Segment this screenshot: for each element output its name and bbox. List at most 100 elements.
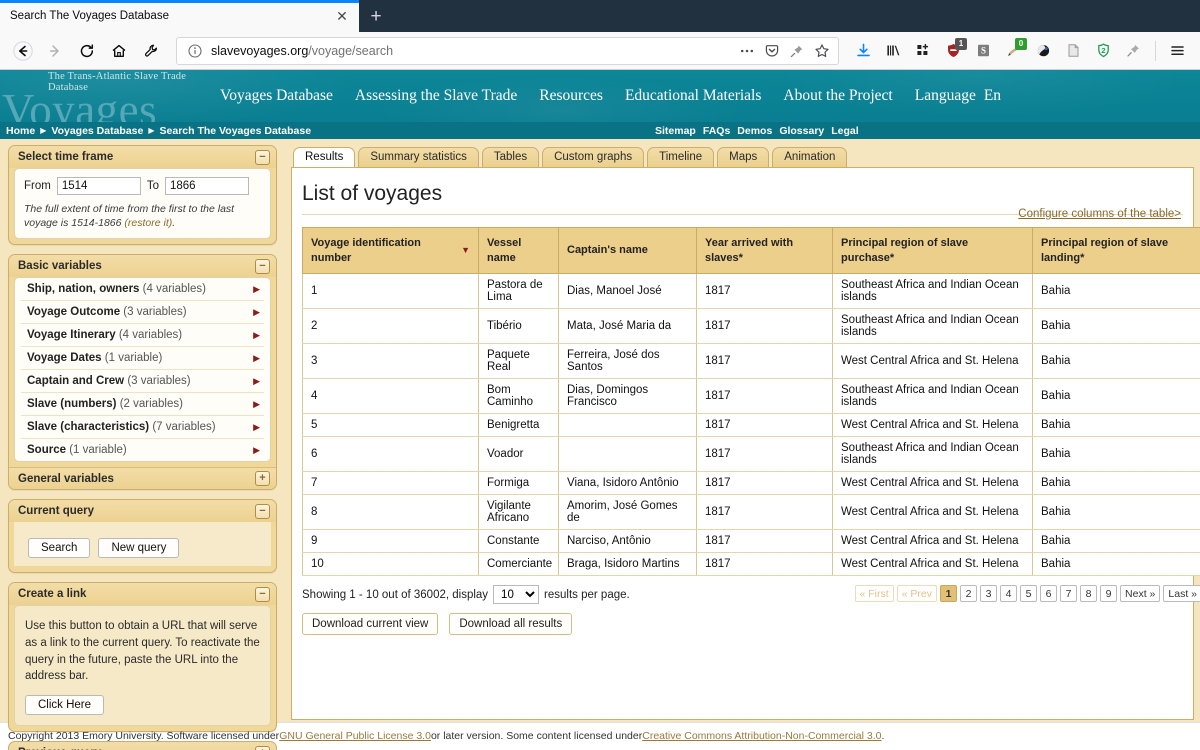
- ublock-shield-icon[interactable]: 1: [939, 36, 968, 66]
- expand-icon[interactable]: +: [255, 745, 270, 750]
- subnav-demos[interactable]: Demos: [737, 125, 772, 137]
- panel-header-create-a-link[interactable]: Create a link −: [9, 583, 276, 606]
- configure-columns-link[interactable]: Configure columns of the table>: [1018, 208, 1181, 220]
- panel-header-previous-query[interactable]: Previous query +: [9, 742, 276, 750]
- language-selector[interactable]: Language En: [915, 87, 1001, 105]
- star-icon[interactable]: [813, 42, 831, 60]
- table-row[interactable]: 10 Comerciante Braga, Isidoro Martins 18…: [302, 552, 1200, 576]
- pagination-page-5[interactable]: 5: [1020, 585, 1038, 602]
- panel-header-general-variables[interactable]: General variables +: [9, 467, 276, 490]
- subnav-legal[interactable]: Legal: [831, 125, 858, 137]
- pagination-prev[interactable]: « Prev: [896, 585, 938, 602]
- table-row[interactable]: 4 Bom Caminho Dias, Domingos Francisco 1…: [302, 378, 1200, 414]
- tab-timeline[interactable]: Timeline: [647, 147, 715, 167]
- noscript-icon[interactable]: 0: [999, 36, 1028, 66]
- tab-summary-statistics[interactable]: Summary statistics: [358, 147, 479, 167]
- download-all-results-button[interactable]: Download all results: [449, 613, 573, 635]
- https-everywhere-icon[interactable]: 2: [1089, 36, 1118, 66]
- pin-icon[interactable]: [788, 42, 806, 60]
- pagination-page-2[interactable]: 2: [960, 585, 978, 602]
- pocket-icon[interactable]: [763, 42, 781, 60]
- nav-voyages-database[interactable]: Voyages Database: [220, 87, 333, 105]
- hamburger-menu-icon[interactable]: [1163, 36, 1192, 66]
- gnu-license-link[interactable]: GNU General Public License 3.0: [279, 730, 431, 742]
- subnav-sitemap[interactable]: Sitemap: [655, 125, 696, 137]
- breadcrumb-voyages-database[interactable]: Voyages Database: [51, 125, 143, 137]
- pin-tool-icon[interactable]: [1119, 36, 1148, 66]
- year-from-input[interactable]: [56, 177, 141, 195]
- tab-maps[interactable]: Maps: [717, 147, 770, 167]
- pagination-last[interactable]: Last »: [1163, 585, 1200, 602]
- language-label[interactable]: Language: [915, 87, 976, 105]
- column-header-captains-name[interactable]: Captain's name: [558, 227, 697, 274]
- table-row[interactable]: 7 Formiga Viana, Isidoro Antônio 1817 We…: [302, 471, 1200, 495]
- tab-results[interactable]: Results: [293, 147, 356, 168]
- forward-arrow-icon[interactable]: [40, 36, 70, 66]
- variable-group-slave-characteristics[interactable]: Slave (characteristics) (7 variables) ▶: [21, 416, 264, 440]
- results-per-page-select[interactable]: 10: [493, 585, 540, 604]
- subnav-glossary[interactable]: Glossary: [779, 125, 824, 137]
- tab-custom-graphs[interactable]: Custom graphs: [542, 147, 645, 167]
- pagination-page-1[interactable]: 1: [940, 585, 958, 602]
- expand-icon[interactable]: +: [255, 471, 270, 487]
- pagination-page-7[interactable]: 7: [1060, 585, 1078, 602]
- variable-group-voyage-itinerary[interactable]: Voyage Itinerary (4 variables) ▶: [21, 324, 264, 348]
- pagination-page-8[interactable]: 8: [1080, 585, 1098, 602]
- panel-header-current-query[interactable]: Current query −: [9, 500, 276, 523]
- year-to-input[interactable]: [165, 177, 249, 195]
- library-icon[interactable]: [879, 36, 908, 66]
- table-row[interactable]: 8 Vigilante Africano Amorim, José Gomes …: [302, 494, 1200, 530]
- table-row[interactable]: 6 Voador 1817 Southeast Africa and India…: [302, 436, 1200, 472]
- subnav-faqs[interactable]: FAQs: [703, 125, 730, 137]
- new-query-button[interactable]: New query: [98, 538, 180, 559]
- variable-group-voyage-outcome[interactable]: Voyage Outcome (3 variables) ▶: [21, 301, 264, 325]
- browser-tab[interactable]: Search The Voyages Database ✕: [0, 0, 359, 32]
- collapse-icon[interactable]: −: [255, 149, 270, 165]
- creative-commons-link[interactable]: Creative Commons Attribution-Non-Commerc…: [642, 730, 881, 742]
- downloads-icon[interactable]: [849, 36, 878, 66]
- column-header-region-purchase[interactable]: Principal region of slave purchase*: [832, 227, 1033, 274]
- table-row[interactable]: 5 Benigretta 1817 West Central Africa an…: [302, 413, 1200, 437]
- pagination-next[interactable]: Next »: [1120, 585, 1161, 602]
- back-arrow-icon[interactable]: [8, 36, 38, 66]
- variable-group-voyage-dates[interactable]: Voyage Dates (1 variable) ▶: [21, 347, 264, 371]
- privacy-badger-icon[interactable]: [1029, 36, 1058, 66]
- variable-group-captain-and-crew[interactable]: Captain and Crew (3 variables) ▶: [21, 370, 264, 394]
- reload-icon[interactable]: [72, 36, 102, 66]
- close-icon[interactable]: ✕: [333, 7, 351, 25]
- pagination-first[interactable]: « First: [854, 585, 894, 602]
- download-current-view-button[interactable]: Download current view: [302, 613, 439, 635]
- url-bar[interactable]: slavevoyages.org/voyage/search: [176, 36, 839, 65]
- page-icon[interactable]: [1059, 36, 1088, 66]
- collapse-icon[interactable]: −: [255, 258, 270, 274]
- panel-header-select-time-frame[interactable]: Select time frame −: [9, 146, 276, 168]
- plus-icon[interactable]: +: [359, 0, 393, 32]
- collapse-icon[interactable]: −: [255, 586, 270, 602]
- click-here-button[interactable]: Click Here: [25, 695, 105, 716]
- search-button[interactable]: Search: [28, 538, 91, 559]
- pagination-page-9[interactable]: 9: [1100, 585, 1118, 602]
- home-icon[interactable]: [104, 36, 134, 66]
- nav-educational-materials[interactable]: Educational Materials: [625, 87, 761, 105]
- language-value[interactable]: En: [984, 87, 1001, 105]
- scribe-icon[interactable]: S: [969, 36, 998, 66]
- extensions-grid-icon[interactable]: [909, 36, 938, 66]
- nav-resources[interactable]: Resources: [539, 87, 603, 105]
- collapse-icon[interactable]: −: [255, 503, 270, 519]
- tab-tables[interactable]: Tables: [481, 147, 540, 167]
- panel-header-basic-variables[interactable]: Basic variables −: [9, 255, 276, 278]
- restore-it-link[interactable]: (restore it): [124, 217, 172, 229]
- variable-group-source[interactable]: Source (1 variable) ▶: [21, 439, 264, 461]
- tab-animation[interactable]: Animation: [772, 147, 848, 167]
- nav-assessing-the-slave-trade[interactable]: Assessing the Slave Trade: [355, 87, 517, 105]
- table-row[interactable]: 1 Pastora de Lima Dias, Manoel José 1817…: [302, 273, 1200, 309]
- pagination-page-4[interactable]: 4: [1000, 585, 1018, 602]
- nav-about-the-project[interactable]: About the Project: [783, 87, 892, 105]
- variable-group-slave-numbers[interactable]: Slave (numbers) (2 variables) ▶: [21, 393, 264, 417]
- table-row[interactable]: 9 Constante Narciso, Antônio 1817 West C…: [302, 529, 1200, 553]
- breadcrumb-home[interactable]: Home: [6, 125, 35, 137]
- ellipsis-icon[interactable]: [738, 42, 756, 60]
- variable-group-ship-nation-owners[interactable]: Ship, nation, owners (4 variables) ▶: [21, 278, 264, 302]
- column-header-voyage-id[interactable]: Voyage identification number ▼: [302, 227, 479, 274]
- info-icon[interactable]: [186, 42, 204, 60]
